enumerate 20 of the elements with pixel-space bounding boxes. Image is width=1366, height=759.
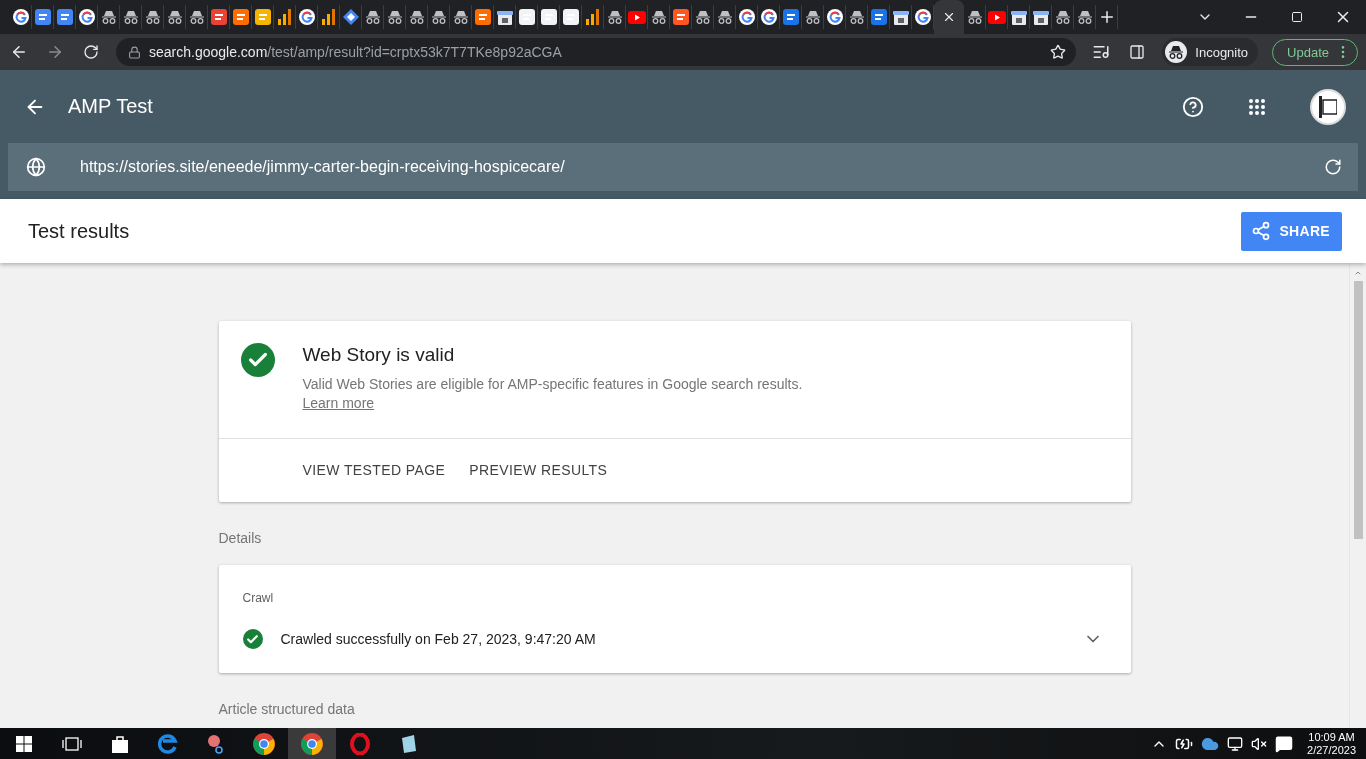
share-button[interactable]: SHARE — [1241, 211, 1342, 251]
card-label: Crawl — [242, 591, 275, 605]
clock-time: 10:09 AM — [1308, 730, 1355, 744]
result-title: Web Story is valid — [302, 344, 456, 366]
results-title: Test results — [28, 219, 130, 243]
url-value: https://stories.site/eneede/jimmy-carter-begin-receiving-hospicecare/ — [80, 158, 566, 176]
action-button[interactable]: PREVIEW RESULTS — [469, 462, 608, 478]
crawl-status: Crawled successfully on Feb 27, 2023, 9:47:20 AM — [280, 631, 597, 647]
section-heading: Details — [218, 530, 263, 546]
profile-label: Incognito — [1195, 44, 1249, 60]
learn-more-link[interactable]: Learn more — [302, 395, 375, 411]
result-description: Valid Web Stories are eligible for AMP-specific features in Google search results. — [302, 375, 803, 394]
section-heading: Article structured data — [218, 701, 356, 717]
clock-date: 2/27/2023 — [1307, 743, 1356, 757]
address-bar[interactable]: search.google.com/test/amp/result?id=crptx53k7T7TKe8p92aCGA — [116, 38, 1077, 66]
url-host: search.google.com — [149, 44, 268, 60]
action-button[interactable]: VIEW TESTED PAGE — [302, 462, 446, 478]
url-field[interactable]: https://stories.site/eneede/jimmy-carter-begin-receiving-hospicecare/ — [8, 143, 1358, 191]
url-path: /test/amp/result?id=crptx53k7T7TKe8p92aCGA — [267, 44, 562, 60]
app-title: AMP Test — [68, 95, 154, 118]
